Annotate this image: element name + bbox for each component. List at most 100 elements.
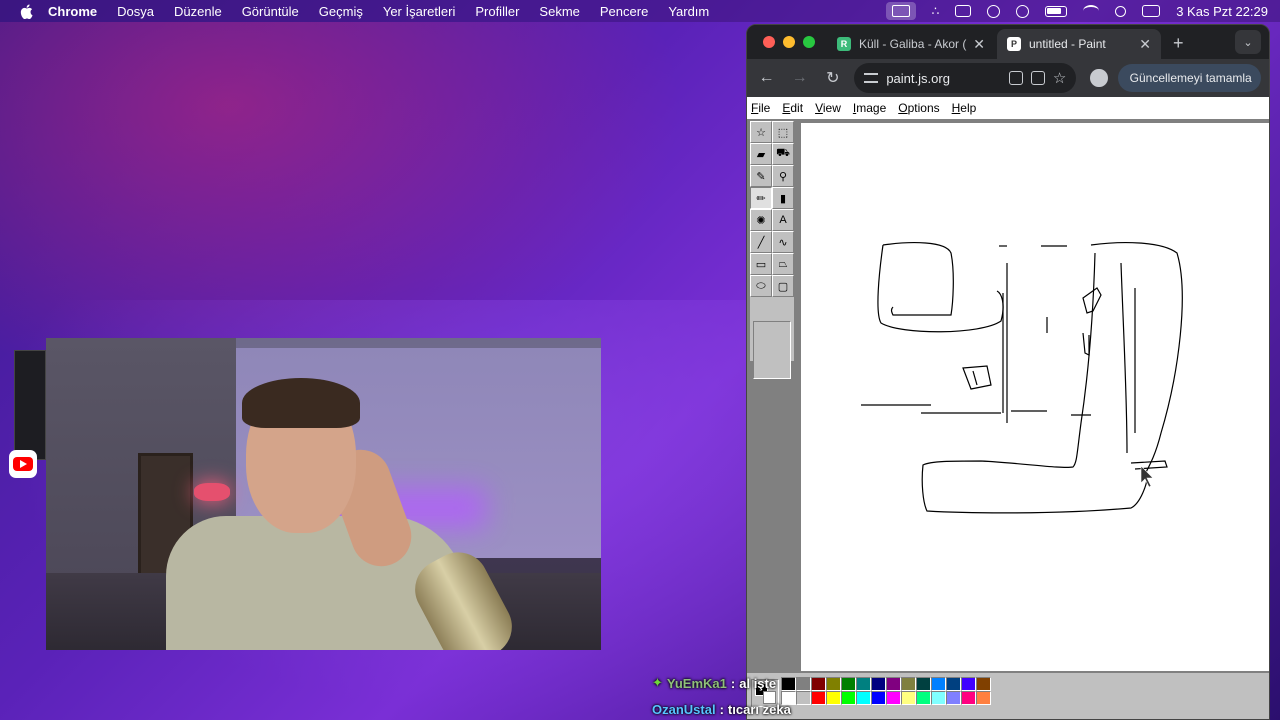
polygon-icon[interactable]: ⏢	[772, 253, 794, 275]
airbrush-icon[interactable]: ✺	[750, 209, 772, 231]
paint-menu-options[interactable]: Options	[898, 101, 939, 115]
color-swatch[interactable]	[841, 677, 856, 691]
color-picker-icon[interactable]: ✎	[750, 165, 772, 187]
menu-yer-isaretleri[interactable]: Yer İşaretleri	[383, 4, 456, 19]
color-swatch[interactable]	[976, 691, 991, 705]
magnifier-icon[interactable]: ⚲	[772, 165, 794, 187]
install-icon[interactable]	[1008, 71, 1023, 85]
color-swatch[interactable]	[976, 677, 991, 691]
menu-yardim[interactable]: Yardım	[668, 4, 709, 19]
menu-goruntule[interactable]: Görüntüle	[242, 4, 299, 19]
color-swatch[interactable]	[811, 677, 826, 691]
color-swatch[interactable]	[886, 677, 901, 691]
line-icon[interactable]: ╱	[750, 231, 772, 253]
menu-profiller[interactable]: Profiller	[475, 4, 519, 19]
menu-sekme[interactable]: Sekme	[539, 4, 579, 19]
color-swatch[interactable]	[946, 691, 961, 705]
tab-close-icon[interactable]: ✕	[973, 36, 985, 53]
webcam-overlay	[46, 338, 601, 650]
tab-paint[interactable]: P untitled - Paint ✕	[997, 29, 1161, 59]
tool-options-panel[interactable]	[753, 321, 791, 379]
menu-clock[interactable]: 3 Kas Pzt 22:29	[1176, 4, 1268, 19]
paint-menu-edit[interactable]: Edit	[782, 101, 803, 115]
menu-dosya[interactable]: Dosya	[117, 4, 154, 19]
address-bar[interactable]: paint.js.org ☆	[854, 63, 1077, 93]
pencil-icon[interactable]: ✏	[750, 187, 772, 209]
youtube-icon[interactable]	[9, 450, 37, 478]
site-info-icon[interactable]	[864, 73, 879, 83]
translate-icon[interactable]	[1030, 71, 1045, 85]
paint-workspace: ☆ ⬚ ▰ ⛟ ✎ ⚲ ✏ ▮ ✺ A ╱ ∿ ▭ ⏢ ⬭ ▢	[747, 119, 1269, 719]
color-swatch[interactable]	[946, 677, 961, 691]
color-swatch[interactable]	[931, 691, 946, 705]
brush-icon[interactable]: ▮	[772, 187, 794, 209]
play-icon[interactable]	[987, 4, 1001, 18]
profile-avatar-icon[interactable]	[1090, 69, 1108, 87]
color-swatch[interactable]	[871, 691, 886, 705]
color-swatch[interactable]	[811, 691, 826, 705]
chat-text: tıcarı zeka	[727, 701, 791, 717]
user-icon[interactable]	[1016, 4, 1030, 18]
update-button[interactable]: Güncellemeyi tamamla	[1117, 64, 1262, 92]
text-icon[interactable]: A	[772, 209, 794, 231]
free-select-icon[interactable]: ☆	[750, 121, 772, 143]
color-swatches	[781, 677, 991, 705]
zoom-window-button[interactable]	[803, 36, 815, 48]
back-icon[interactable]: ←	[755, 69, 778, 87]
rectangle-icon[interactable]: ▭	[750, 253, 772, 275]
curve-icon[interactable]: ∿	[772, 231, 794, 253]
paint-menu-image[interactable]: Image	[853, 101, 886, 115]
forward-icon[interactable]: →	[788, 69, 811, 87]
menu-gecmis[interactable]: Geçmiş	[319, 4, 363, 19]
paint-menu-file[interactable]: File	[751, 101, 770, 115]
background-window-thumbnail[interactable]	[14, 350, 46, 460]
color-swatch[interactable]	[901, 677, 916, 691]
control-center-icon[interactable]	[1142, 5, 1161, 17]
color-swatch[interactable]	[841, 691, 856, 705]
color-swatch[interactable]	[856, 691, 871, 705]
color-swatch[interactable]	[886, 691, 901, 705]
color-swatch[interactable]	[916, 691, 931, 705]
ellipse-icon[interactable]: ⬭	[750, 275, 772, 297]
diamond-icon: ✦	[652, 675, 663, 690]
minimize-window-button[interactable]	[783, 36, 795, 48]
menu-app-name[interactable]: Chrome	[48, 4, 97, 19]
tab-kull-galiba[interactable]: R Küll - Galiba - Akor ( ✕	[827, 29, 995, 59]
battery-icon[interactable]	[1045, 5, 1068, 17]
menu-duzenle[interactable]: Düzenle	[174, 4, 222, 19]
bookmark-star-icon[interactable]: ☆	[1053, 69, 1066, 87]
tab-favicon-icon: P	[1007, 37, 1021, 51]
new-tab-button[interactable]: +	[1173, 33, 1184, 54]
color-swatch[interactable]	[871, 677, 886, 691]
paint-menu-view[interactable]: View	[815, 101, 841, 115]
chat-text: al işte	[739, 675, 777, 691]
color-swatch[interactable]	[826, 691, 841, 705]
color-swatch[interactable]	[901, 691, 916, 705]
tab-title: untitled - Paint	[1029, 37, 1106, 51]
color-swatch[interactable]	[961, 691, 976, 705]
close-window-button[interactable]	[763, 36, 775, 48]
tab-search-button[interactable]: ⌄	[1235, 30, 1261, 54]
screen-share-icon[interactable]	[885, 2, 916, 20]
reload-icon[interactable]: ↻	[821, 68, 844, 88]
search-icon[interactable]	[1115, 5, 1127, 17]
menu-pencere[interactable]: Pencere	[600, 4, 648, 19]
drawing-canvas[interactable]	[801, 123, 1269, 671]
dots-icon[interactable]: ∴	[932, 4, 940, 18]
apple-icon[interactable]	[18, 3, 34, 19]
rounded-rect-icon[interactable]: ▢	[772, 275, 794, 297]
color-swatch[interactable]	[826, 677, 841, 691]
fill-bucket-icon[interactable]: ⛟	[772, 143, 794, 165]
color-swatch[interactable]	[916, 677, 931, 691]
chat-username: YuEmKa1	[666, 675, 727, 691]
chat-message: OzanUstal : tıcarı zeka	[652, 696, 812, 720]
display-icon[interactable]	[955, 5, 972, 17]
color-swatch[interactable]	[856, 677, 871, 691]
wifi-icon[interactable]	[1083, 5, 1100, 17]
rect-select-icon[interactable]: ⬚	[772, 121, 794, 143]
eraser-icon[interactable]: ▰	[750, 143, 772, 165]
tab-close-icon[interactable]: ✕	[1139, 36, 1151, 53]
color-swatch[interactable]	[931, 677, 946, 691]
color-swatch[interactable]	[961, 677, 976, 691]
paint-menu-help[interactable]: Help	[952, 101, 977, 115]
